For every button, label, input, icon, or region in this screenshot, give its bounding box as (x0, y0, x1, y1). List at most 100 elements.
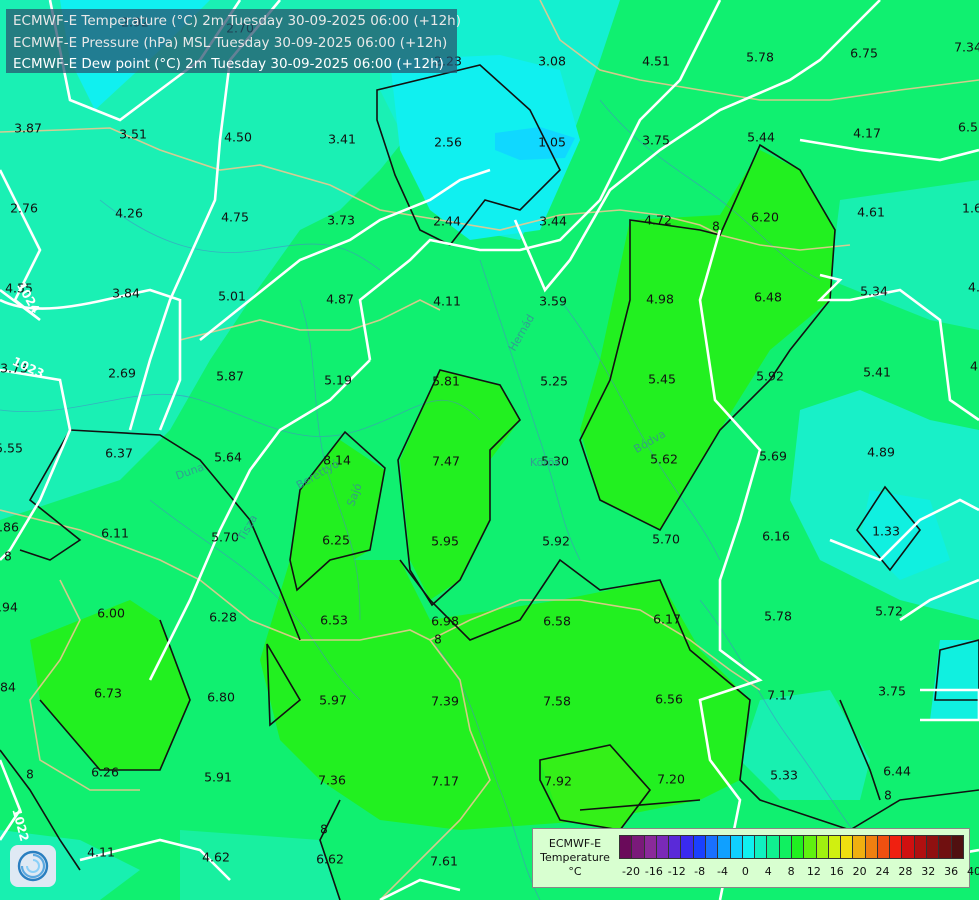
grid-value: 5.69 (759, 449, 787, 464)
legend-swatch (877, 836, 891, 858)
legend-swatch (730, 836, 743, 858)
legend-swatch (632, 836, 645, 858)
grid-value: 4.26 (115, 206, 143, 221)
grid-value: 5.91 (204, 770, 232, 785)
legend-title-model: ECMWF-E (548, 837, 602, 850)
legend-tick-label: -12 (667, 865, 686, 878)
grid-value: 5.81 (432, 374, 460, 389)
legend-swatch (841, 836, 854, 858)
legend-swatch (853, 836, 866, 858)
legend-tick-label: 28 (898, 865, 913, 878)
legend-swatch (705, 836, 719, 858)
legend-swatch (644, 836, 657, 858)
grid-value: 5.72 (875, 604, 903, 619)
ecmwf-logo-icon (10, 845, 56, 887)
legend-tick-label: 12 (806, 865, 821, 878)
legend-swatch (816, 836, 829, 858)
grid-value: 4.72 (644, 213, 672, 228)
legend-swatch (779, 836, 792, 858)
legend-swatch (620, 836, 633, 858)
grid-value: 6.58 (543, 614, 571, 629)
grid-value: 5.62 (650, 452, 678, 467)
legend-tick-label: 16 (829, 865, 844, 878)
grid-value: 5.94 (0, 600, 18, 615)
legend-tick-label: 4 (764, 865, 772, 878)
legend-tick-label: -20 (622, 865, 640, 878)
legend-swatch (681, 836, 694, 858)
legend-swatch (791, 836, 805, 858)
grid-value: 3.59 (539, 294, 567, 309)
grid-value: 7.61 (430, 854, 458, 869)
grid-value: 3.08 (538, 54, 566, 69)
title-dewpoint: ECMWF-E Dew point (°C) 2m Tuesday 30-09-… (13, 56, 444, 72)
legend-swatch (890, 836, 903, 858)
legend-swatch (951, 836, 963, 858)
legend-tick-label: -16 (644, 865, 663, 878)
contour-label: 8 (26, 768, 34, 782)
grid-value: 4.98 (646, 292, 674, 307)
grid-value: 5.86 (0, 520, 19, 535)
grid-value: 7.39 (431, 694, 459, 709)
grid-value: 4.51 (642, 54, 670, 69)
grid-value: 5.33 (770, 768, 798, 783)
legend-tick-label: 40 (967, 865, 979, 878)
grid-value: 4.17 (853, 126, 881, 141)
grid-value: 6.53 (320, 613, 348, 628)
grid-value: 5.45 (648, 372, 676, 387)
grid-value: 7.92 (544, 774, 572, 789)
grid-value: 4.87 (326, 292, 354, 307)
title-temperature: ECMWF-E Temperature (°C) 2m Tuesday 30-0… (13, 13, 461, 29)
grid-value: 4.89 (867, 445, 895, 460)
grid-value: 5.92 (756, 369, 784, 384)
legend-tick-label: 36 (944, 865, 959, 878)
color-legend: ECMWF-E Temperature °C -20 -16 -12 -8 -4 0 4 8 1… (532, 828, 979, 888)
contour-label: 8 (320, 823, 328, 837)
legend-swatch (693, 836, 706, 858)
grid-value: 6.26 (91, 765, 119, 780)
grid-value: 6.75 (850, 46, 878, 61)
legend-swatch (742, 836, 756, 858)
legend-ticks: -20 -16 -12 -8 -4 0 4 8 12 16 20 24 28 32 36 40 (609, 865, 979, 879)
grid-value: 6.56 (655, 692, 683, 707)
grid-value: 5.44 (747, 130, 775, 145)
grid-value: 5.01 (218, 289, 246, 304)
legend-color-scale (619, 835, 964, 859)
grid-value: 5.55 (0, 441, 23, 456)
grid-value: 6.62 (316, 852, 344, 867)
legend-swatch (656, 836, 670, 858)
grid-value: 4.11 (433, 294, 461, 309)
grid-value: 7.58 (543, 694, 571, 709)
grid-value: 4.75 (221, 210, 249, 225)
legend-swatch (828, 836, 842, 858)
grid-value: 6.98 (431, 614, 459, 629)
grid-value: 7.47 (432, 454, 460, 469)
grid-value: 4.11 (87, 845, 115, 860)
legend-swatch (939, 836, 952, 858)
legend-swatch (927, 836, 940, 858)
legend-title-unit: °C (568, 865, 582, 878)
legend-swatch (914, 836, 928, 858)
grid-value: 6.17 (653, 612, 681, 627)
grid-value: 3.75 (642, 133, 670, 148)
grid-value: 5.70 (652, 532, 680, 547)
grid-value: 6.37 (105, 446, 133, 461)
grid-value: 4.50 (224, 130, 252, 145)
grid-value: 4. (970, 359, 979, 374)
legend-swatch (767, 836, 780, 858)
legend-tick-label: 24 (875, 865, 890, 878)
grid-value: 3.73 (327, 213, 355, 228)
grid-value: 5.92 (542, 534, 570, 549)
grid-value: 6.00 (97, 606, 125, 621)
grid-value: 4.62 (202, 850, 230, 865)
grid-value: 6.16 (762, 529, 790, 544)
grid-value: 7.17 (431, 774, 459, 789)
grid-value: 5.78 (764, 609, 792, 624)
grid-value: 6.73 (94, 686, 122, 701)
legend-swatch (669, 836, 682, 858)
grid-value: 4. (968, 280, 979, 295)
grid-value: 5.64 (214, 450, 242, 465)
grid-value: 5.97 (319, 693, 347, 708)
grid-value: 6.44 (883, 764, 911, 779)
grid-value: 6.25 (322, 533, 350, 548)
legend-tick-label: -8 (694, 865, 706, 878)
